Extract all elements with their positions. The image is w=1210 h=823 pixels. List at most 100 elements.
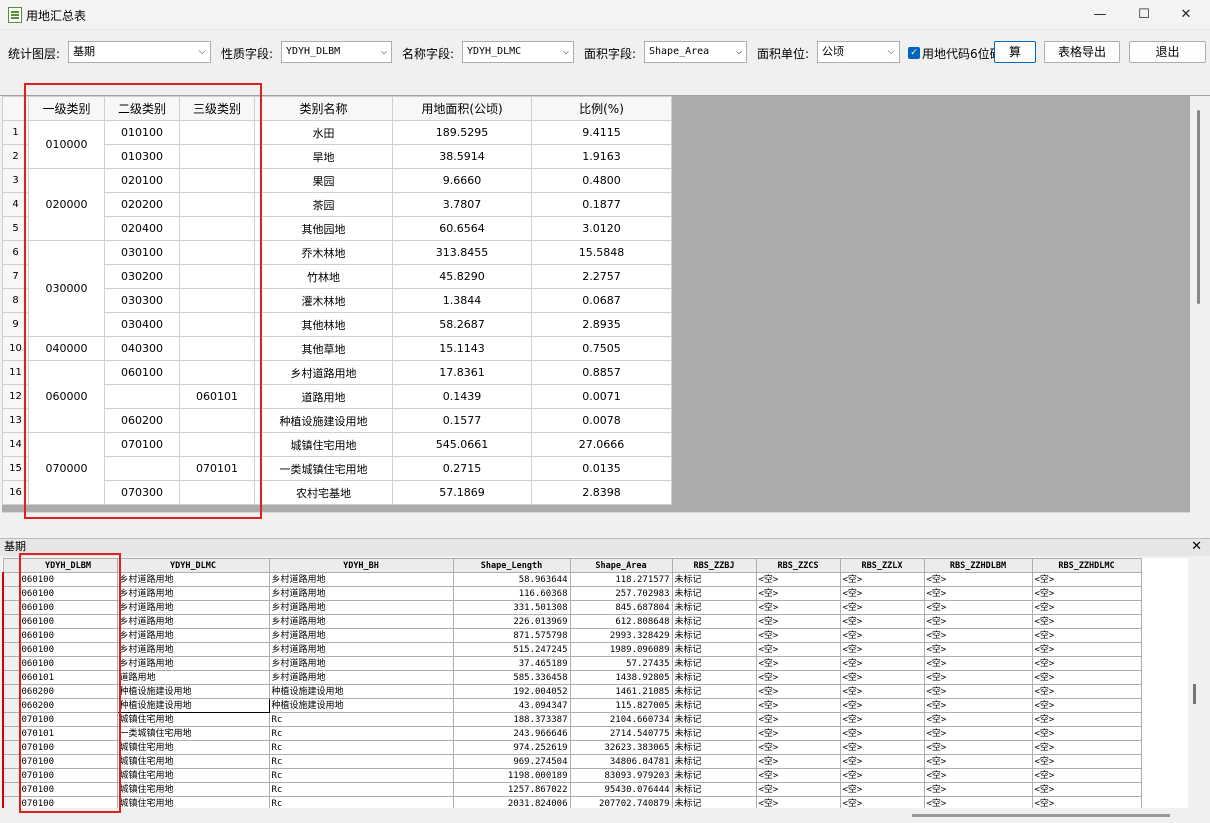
attr-table-row[interactable]: 060200 种植设施建设用地 种植设施建设用地 192.004052 1461.210… (2, 684, 1142, 699)
attr-cell[interactable]: Rc (268, 754, 454, 769)
attr-cell[interactable]: 未标记 (671, 684, 757, 699)
attr-cell[interactable]: <空> (755, 740, 841, 755)
attr-cell[interactable]: <空> (755, 698, 841, 713)
nature-field-select[interactable]: YDYH_DLBM ⌵ (281, 41, 392, 63)
attr-cell[interactable]: 331.501308 (452, 600, 571, 615)
attr-table-row[interactable]: 060100 乡村道路用地 乡村道路用地 515.247245 1989.096089 未… (2, 642, 1142, 657)
attr-cell[interactable]: 2104.660734 (569, 712, 673, 727)
attr-table-row[interactable]: 070100 城镇住宅用地 Rc 1257.867022 95430.076444 未标记… (2, 782, 1142, 797)
row-selector[interactable] (2, 600, 20, 615)
attr-cell[interactable]: 1198.000189 (452, 768, 571, 783)
attr-cell[interactable]: <空> (755, 726, 841, 741)
attr-cell[interactable]: 060200 (18, 684, 118, 699)
calculate-button[interactable]: 算 (994, 41, 1036, 63)
attr-cell[interactable]: <空> (1031, 726, 1142, 741)
attr-cell[interactable]: Rc (268, 782, 454, 797)
attr-cell[interactable]: 未标记 (671, 768, 757, 783)
attr-table-row[interactable]: 060100 乡村道路用地 乡村道路用地 871.575798 2993.328429 未… (2, 628, 1142, 643)
summary-grid[interactable]: 一级类别 二级类别 三级类别 类别名称 用地面积(公顷) 比例(%) 1 010000 010… (2, 96, 1190, 512)
table-row[interactable]: 6 030000 030100 乔木林地 313.8455 15.5848 (2, 240, 672, 337)
attr-cell[interactable]: Rc (268, 726, 454, 741)
table-row[interactable]: 10 040000 040300 其他草地 15.1143 0.7505 (2, 336, 672, 361)
attr-table-row[interactable]: 070100 城镇住宅用地 Rc 2031.824006 207702.740879 未标… (2, 796, 1142, 808)
attr-cell[interactable]: <空> (755, 628, 841, 643)
attr-cell[interactable]: 060200 (18, 698, 118, 713)
attr-cell[interactable]: 乡村道路用地 (116, 586, 270, 601)
attr-cell[interactable]: 060100 (18, 614, 118, 629)
attr-cell[interactable]: <空> (755, 782, 841, 797)
attr-cell[interactable]: 2031.824006 (452, 796, 571, 808)
row-selector[interactable] (2, 642, 20, 657)
maximize-button[interactable]: ☐ (1122, 0, 1166, 30)
table-row[interactable]: 1 010000 010100 水田 189.5295 9.4115 (2, 120, 672, 169)
attr-cell[interactable]: 515.247245 (452, 642, 571, 657)
attr-cell[interactable]: 乡村道路用地 (116, 656, 270, 671)
attr-cell[interactable]: 115.827005 (569, 698, 673, 713)
attr-table-row[interactable]: 060100 乡村道路用地 乡村道路用地 37.465189 57.27435 未标记 <空… (2, 656, 1142, 671)
attr-cell[interactable]: 192.004052 (452, 684, 571, 699)
attr-cell[interactable]: 1438.92805 (569, 670, 673, 685)
attr-cell[interactable]: 乡村道路用地 (268, 628, 454, 643)
attr-cell[interactable]: 乡村道路用地 (116, 572, 270, 587)
attr-cell[interactable]: 未标记 (671, 586, 757, 601)
attr-column-header[interactable]: YDYH_DLMC (116, 558, 270, 573)
close-button[interactable]: ✕ (1164, 0, 1208, 30)
attr-column-header[interactable]: RBS_ZZBJ (671, 558, 757, 573)
attr-cell[interactable]: 种植设施建设用地 (116, 698, 270, 713)
attribute-vertical-scrollbar[interactable] (1190, 560, 1210, 808)
attribute-horizontal-scrollbar[interactable] (912, 814, 1170, 817)
attr-cell[interactable]: 070101 (18, 726, 118, 741)
attr-cell[interactable]: 道路用地 (116, 670, 270, 685)
attr-cell[interactable]: 乡村道路用地 (268, 642, 454, 657)
attr-cell[interactable]: <空> (923, 754, 1033, 769)
attr-cell[interactable]: <空> (755, 656, 841, 671)
checkmark-icon[interactable]: ✓ (908, 47, 920, 59)
attr-cell[interactable]: 207702.740879 (569, 796, 673, 808)
attr-table-row[interactable]: 070100 城镇住宅用地 Rc 1198.000189 83093.979203 未标记… (2, 768, 1142, 783)
attr-cell[interactable]: <空> (839, 684, 925, 699)
attr-cell[interactable]: 城镇住宅用地 (116, 712, 270, 727)
scrollbar-thumb[interactable] (1193, 684, 1196, 704)
attr-column-header[interactable]: RBS_ZZHDLBM (923, 558, 1033, 573)
attr-cell[interactable]: <空> (923, 740, 1033, 755)
attr-cell[interactable]: 118.271577 (569, 572, 673, 587)
row-selector[interactable] (2, 782, 20, 797)
close-icon[interactable]: ✕ (1191, 539, 1202, 555)
attr-cell[interactable]: <空> (1031, 740, 1142, 755)
attr-cell[interactable]: <空> (1031, 768, 1142, 783)
attr-cell[interactable]: <空> (1031, 642, 1142, 657)
attr-cell[interactable]: 95430.076444 (569, 782, 673, 797)
attr-cell[interactable]: 070100 (18, 754, 118, 769)
attr-cell[interactable]: <空> (839, 656, 925, 671)
attr-cell[interactable]: 32623.383065 (569, 740, 673, 755)
attr-cell[interactable]: 乡村道路用地 (116, 642, 270, 657)
summary-vertical-scrollbar[interactable] (1191, 96, 1210, 512)
attr-cell[interactable]: <空> (923, 782, 1033, 797)
attr-cell[interactable]: 070100 (18, 796, 118, 808)
layer-select[interactable]: 基期 ⌵ (68, 41, 211, 63)
attr-cell[interactable]: <空> (1031, 600, 1142, 615)
row-selector[interactable] (2, 670, 20, 685)
attr-cell[interactable]: 585.336458 (452, 670, 571, 685)
attr-cell[interactable]: 83093.979203 (569, 768, 673, 783)
attr-cell[interactable]: Rc (268, 712, 454, 727)
attr-cell[interactable]: 2714.540775 (569, 726, 673, 741)
attr-column-header[interactable]: RBS_ZZHDLMC (1031, 558, 1142, 573)
attr-cell[interactable]: Rc (268, 768, 454, 783)
scrollbar-thumb[interactable] (1197, 110, 1200, 304)
column-header[interactable]: 二级类别 (104, 96, 180, 121)
table-row[interactable]: 11 060000 060100 乡村道路用地 17.8361 0.8857 (2, 360, 672, 433)
attr-cell[interactable]: 城镇住宅用地 (116, 782, 270, 797)
attr-cell[interactable]: 974.252619 (452, 740, 571, 755)
attr-cell[interactable]: 060100 (18, 628, 118, 643)
attr-cell[interactable]: 1257.867022 (452, 782, 571, 797)
attr-cell[interactable]: 未标记 (671, 614, 757, 629)
attr-column-header[interactable]: Shape_Area (569, 558, 673, 573)
attr-cell[interactable]: 未标记 (671, 782, 757, 797)
attr-cell[interactable]: <空> (1031, 796, 1142, 808)
attr-cell[interactable]: 060100 (18, 642, 118, 657)
attr-cell[interactable]: <空> (923, 586, 1033, 601)
attr-cell[interactable]: 070100 (18, 712, 118, 727)
attr-cell[interactable]: 43.094347 (452, 698, 571, 713)
attr-cell[interactable]: 57.27435 (569, 656, 673, 671)
